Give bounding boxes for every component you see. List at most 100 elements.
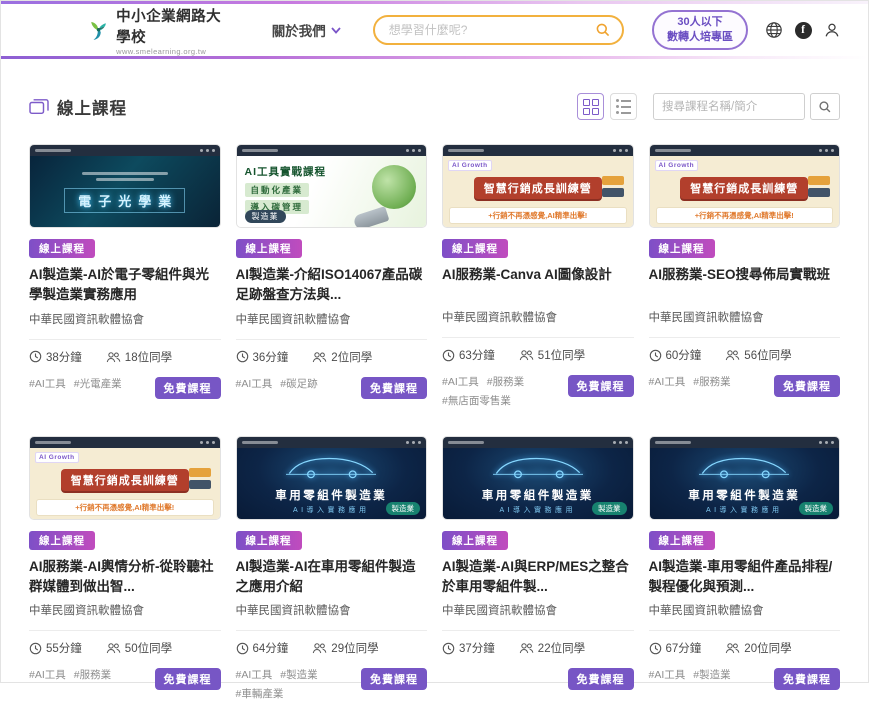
course-title[interactable]: AI製造業-介紹ISO14067產品碳足跡盤查方法與... bbox=[236, 265, 428, 306]
course-card[interactable]: AI工具實戰課程自動化產業導入碳管理製造業 線上課程 AI製造業-介紹ISO14… bbox=[236, 144, 428, 410]
course-students-text: 2位同學 bbox=[331, 349, 372, 365]
header-search-button[interactable] bbox=[588, 20, 618, 40]
course-students-text: 29位同學 bbox=[331, 640, 378, 656]
thumb-industry-badge: 製造業 bbox=[592, 502, 627, 515]
site-header: 中小企業網路大學校 www.smelearning.org.tw 關於我們 30… bbox=[1, 4, 868, 56]
course-title[interactable]: AI製造業-AI在車用零組件製造之應用介紹 bbox=[236, 557, 428, 598]
course-organization: 中華民國資訊軟體協會 bbox=[236, 311, 428, 327]
course-students: 2位同學 bbox=[312, 349, 372, 365]
course-thumbnail[interactable]: 車用零組件製造業AI導入實務應用製造業 bbox=[442, 436, 634, 520]
promo-line-2: 數轉人培專區 bbox=[667, 30, 733, 45]
course-thumbnail[interactable]: AI工具實戰課程自動化產業導入碳管理製造業 bbox=[236, 144, 428, 228]
course-tags: #AI工具 #製造業 #車輛產業 bbox=[236, 668, 354, 703]
card-divider bbox=[442, 337, 634, 338]
site-logo[interactable]: 中小企業網路大學校 www.smelearning.org.tw bbox=[87, 5, 232, 56]
course-title[interactable]: AI製造業-AI與ERP/MES之整合於車用零組件製... bbox=[442, 557, 634, 598]
course-tag[interactable]: #AI工具 bbox=[649, 668, 686, 684]
course-duration: 63分鐘 bbox=[442, 347, 495, 363]
course-tag[interactable]: #AI工具 bbox=[236, 377, 273, 393]
free-course-button[interactable]: 免費課程 bbox=[568, 668, 634, 690]
course-tag[interactable]: #製造業 bbox=[693, 668, 730, 684]
thumb-window-bar bbox=[443, 437, 633, 448]
course-tag[interactable]: #無店面零售業 bbox=[442, 394, 511, 410]
course-title[interactable]: AI製造業-車用零組件產品排程/製程優化與預測... bbox=[649, 557, 841, 598]
course-duration-text: 55分鐘 bbox=[46, 640, 82, 656]
course-thumbnail[interactable]: 車用零組件製造業AI導入實務應用製造業 bbox=[649, 436, 841, 520]
free-course-button[interactable]: 免費課程 bbox=[774, 375, 840, 397]
card-divider bbox=[442, 630, 634, 631]
list-view-button[interactable] bbox=[610, 93, 637, 120]
course-thumbnail[interactable]: 車用零組件製造業AI導入實務應用製造業 bbox=[236, 436, 428, 520]
course-grid: 電子光學業 線上課程 AI製造業-AI於電子零組件與光學製造業實務應用 中華民國… bbox=[1, 144, 868, 703]
course-card[interactable]: AI Growth智慧行銷成長訓練營+行銷不再憑感覺,AI精準出擊! 線上課程 … bbox=[442, 144, 634, 410]
course-tag[interactable]: #AI工具 bbox=[649, 375, 686, 391]
free-course-button[interactable]: 免費課程 bbox=[774, 668, 840, 690]
course-footer: #AI工具 #服務業 免費課程 bbox=[29, 668, 221, 690]
students-icon bbox=[312, 642, 327, 654]
course-title[interactable]: AI服務業-AI輿情分析-從聆聽社群媒體到做出智... bbox=[29, 557, 221, 598]
course-thumbnail[interactable]: 電子光學業 bbox=[29, 144, 221, 228]
course-card[interactable]: 車用零組件製造業AI導入實務應用製造業 線上課程 AI製造業-AI在車用零組件製… bbox=[236, 436, 428, 703]
thumb-industry-badge: 製造業 bbox=[799, 502, 834, 515]
course-meta: 67分鐘 20位同學 bbox=[649, 640, 841, 656]
course-duration-text: 36分鐘 bbox=[253, 349, 289, 365]
free-course-button[interactable]: 免費課程 bbox=[361, 377, 427, 399]
course-search-input[interactable] bbox=[653, 93, 805, 120]
course-card[interactable]: AI Growth智慧行銷成長訓練營+行銷不再憑感覺,AI精準出擊! 線上課程 … bbox=[29, 436, 221, 703]
header-search-input[interactable] bbox=[389, 23, 588, 37]
course-tag[interactable]: #製造業 bbox=[280, 668, 317, 684]
course-card[interactable]: AI Growth智慧行銷成長訓練營+行銷不再憑感覺,AI精準出擊! 線上課程 … bbox=[649, 144, 841, 410]
course-footer: #AI工具 #服務業 #無店面零售業 免費課程 bbox=[442, 375, 634, 410]
grid-view-icon bbox=[583, 99, 599, 115]
free-course-button[interactable]: 免費課程 bbox=[361, 668, 427, 690]
free-course-button[interactable]: 免費課程 bbox=[155, 668, 221, 690]
course-thumbnail[interactable]: AI Growth智慧行銷成長訓練營+行銷不再憑感覺,AI精準出擊! bbox=[649, 144, 841, 228]
thumb-car-subtitle: AI導入實務應用 bbox=[293, 505, 370, 515]
course-duration: 36分鐘 bbox=[236, 349, 289, 365]
nav-about-us[interactable]: 關於我們 bbox=[272, 20, 341, 40]
course-tags: #AI工具 #光電產業 bbox=[29, 377, 122, 393]
course-tag[interactable]: #AI工具 bbox=[29, 377, 66, 393]
decorative-pill bbox=[189, 468, 211, 477]
course-card[interactable]: 車用零組件製造業AI導入實務應用製造業 線上課程 AI製造業-AI與ERP/ME… bbox=[442, 436, 634, 703]
course-tag[interactable]: #車輛產業 bbox=[236, 687, 284, 703]
thumb-marketing-slide: AI Growth智慧行銷成長訓練營+行銷不再憑感覺,AI精準出擊! bbox=[650, 156, 840, 228]
course-tag[interactable]: #服務業 bbox=[487, 375, 524, 391]
course-title[interactable]: AI製造業-AI於電子零組件與光學製造業實務應用 bbox=[29, 265, 221, 306]
course-card[interactable]: 電子光學業 線上課程 AI製造業-AI於電子零組件與光學製造業實務應用 中華民國… bbox=[29, 144, 221, 410]
course-tag[interactable]: #AI工具 bbox=[29, 668, 66, 684]
course-tag[interactable]: #服務業 bbox=[693, 375, 730, 391]
promo-zone-button[interactable]: 30人以下 數轉人培專區 bbox=[652, 10, 748, 51]
clock-icon bbox=[29, 642, 42, 655]
course-title[interactable]: AI服務業-Canva AI圖像設計 bbox=[442, 265, 634, 304]
online-courses-icon bbox=[29, 98, 49, 116]
course-meta: 37分鐘 22位同學 bbox=[442, 640, 634, 656]
user-account-icon[interactable] bbox=[822, 20, 842, 40]
course-search-button[interactable] bbox=[810, 93, 840, 120]
course-tag[interactable]: #光電產業 bbox=[74, 377, 122, 393]
site-title: 中小企業網路大學校 bbox=[116, 5, 232, 47]
thumb-car-slide: 車用零組件製造業AI導入實務應用製造業 bbox=[443, 448, 633, 520]
decorative-pill bbox=[189, 480, 211, 489]
course-students: 22位同學 bbox=[519, 640, 585, 656]
students-icon bbox=[312, 351, 327, 363]
course-thumbnail[interactable]: AI Growth智慧行銷成長訓練營+行銷不再憑感覺,AI精準出擊! bbox=[442, 144, 634, 228]
course-footer: #AI工具 #碳足跡 免費課程 bbox=[236, 377, 428, 399]
free-course-button[interactable]: 免費課程 bbox=[155, 377, 221, 399]
thumb-window-bar bbox=[237, 437, 427, 448]
free-course-button[interactable]: 免費課程 bbox=[568, 375, 634, 397]
decorative-pill bbox=[808, 188, 830, 197]
course-card[interactable]: 車用零組件製造業AI導入實務應用製造業 線上課程 AI製造業-車用零組件產品排程… bbox=[649, 436, 841, 703]
course-duration: 55分鐘 bbox=[29, 640, 82, 656]
thumb-tech-slide: 電子光學業 bbox=[30, 156, 220, 228]
facebook-icon[interactable] bbox=[793, 20, 813, 40]
course-tag[interactable]: #AI工具 bbox=[442, 375, 479, 391]
card-divider bbox=[649, 337, 841, 338]
course-tag[interactable]: #服務業 bbox=[74, 668, 111, 684]
language-globe-icon[interactable] bbox=[764, 20, 784, 40]
grid-view-button[interactable] bbox=[577, 93, 604, 120]
course-tag[interactable]: #碳足跡 bbox=[280, 377, 317, 393]
course-tag[interactable]: #AI工具 bbox=[236, 668, 273, 684]
course-title[interactable]: AI服務業-SEO搜尋佈局實戰班 bbox=[649, 265, 841, 304]
course-thumbnail[interactable]: AI Growth智慧行銷成長訓練營+行銷不再憑感覺,AI精準出擊! bbox=[29, 436, 221, 520]
